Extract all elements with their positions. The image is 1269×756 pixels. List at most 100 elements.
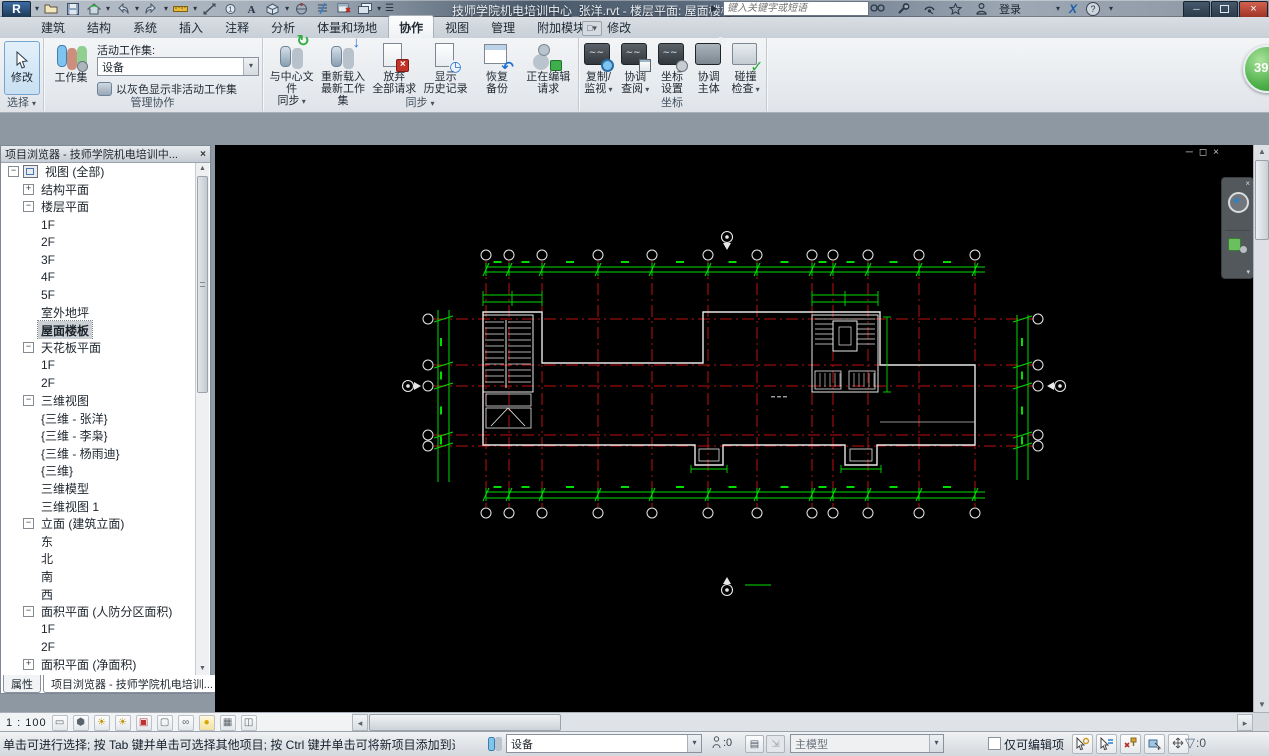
scroll-left-icon[interactable]: ◂ [352,714,368,731]
modify-button[interactable]: 修改 [4,41,40,95]
tree-item[interactable]: 西 [2,585,196,603]
ribbon-button[interactable]: ∼∼ 碰撞检查 ▾ [727,40,764,96]
shadows-icon[interactable]: ☀ [114,714,131,731]
communication-center-icon[interactable] [921,2,938,16]
project-browser-scrollbar[interactable]: ▲ ▼ [195,163,209,675]
tree-item[interactable]: 4F [2,268,196,287]
tree-item[interactable]: 1F [2,356,196,375]
view-scale[interactable]: 1 : 100 [6,717,47,729]
selection-filter[interactable]: ▽:0 [1185,735,1206,751]
switch-windows-icon[interactable] [356,2,373,16]
active-workset-select[interactable]: 设备 ▾ [97,57,259,76]
temporary-view-properties-icon[interactable]: ◫ [240,714,257,731]
tree-item[interactable]: {三维 - 李枭} [2,426,196,445]
tree-expander-icon[interactable]: + [23,658,34,670]
close-hidden-windows-icon[interactable] [335,2,352,16]
reveal-hidden-elements-icon[interactable]: ● [198,714,215,731]
scrollbar-thumb[interactable] [1255,160,1269,240]
tree-expander-icon[interactable]: + [23,183,34,195]
pan-tool-icon[interactable] [1240,246,1247,253]
subscription-wrench-icon[interactable] [895,2,912,16]
design-option-select[interactable]: 主模型 ▾ [790,734,944,753]
tree-item[interactable]: 东 [2,532,196,551]
ribbon-tab[interactable]: 体量和场地 [306,15,388,38]
tree-item[interactable]: 南 [2,567,196,586]
select-elements-by-face-icon[interactable] [1144,734,1165,754]
help-icon[interactable]: ? [1086,1,1101,16]
tree-expander-icon[interactable]: − [8,166,19,178]
show-crop-region-icon[interactable]: ▢ [156,714,173,731]
tree-item[interactable]: − 三维视图 [2,391,196,410]
panel-label-synchronize[interactable]: 同步 ▾ [262,94,578,110]
tree-item[interactable]: − 视图 (全部) [2,163,196,181]
ribbon-tab[interactable]: 结构 [76,15,122,38]
tree-item[interactable]: + 结构平面 [2,180,196,199]
app-menu-arrow-icon[interactable]: ▾ [35,4,39,13]
palette-tab[interactable]: 属性 [3,675,41,693]
scrollbar-thumb[interactable] [369,714,561,731]
ribbon-button[interactable]: ∼∼ 协调主体 ▾ [690,36,727,96]
sync-dropdown-icon[interactable]: ▾ [106,4,110,13]
panel-label-coordinate[interactable]: 坐标 [578,94,766,110]
panel-label-select[interactable]: 选择 ▾ [0,94,43,110]
tree-expander-icon[interactable]: − [23,342,34,354]
tree-item[interactable]: − 面积平面 (人防分区面积) [2,602,196,621]
undo-dropdown-icon[interactable]: ▾ [135,4,139,13]
tree-item[interactable]: {三维 - 张洋} [2,409,196,427]
tree-item[interactable]: − 立面 (建筑立面) [2,514,196,533]
tree-expander-icon[interactable]: − [23,518,34,530]
ribbon-tab[interactable]: 系统 [122,15,168,38]
view-dropdown-icon[interactable]: ▾ [285,4,289,13]
undo-icon[interactable] [114,2,131,16]
redo-icon[interactable] [143,2,160,16]
redo-dropdown-icon[interactable]: ▾ [164,4,168,13]
tree-expander-icon[interactable]: − [23,395,34,407]
search-input[interactable] [723,1,869,16]
horizontal-scrollbar[interactable]: ◂ ▸ [352,713,1253,732]
tree-item[interactable]: 2F [2,233,196,251]
restore-button[interactable] [1211,1,1238,18]
select-pinned-elements-icon[interactable] [1120,734,1141,754]
editing-requests-count[interactable]: :0 [712,736,732,749]
switch-windows-dropdown-icon[interactable]: ▾ [377,4,381,13]
default-3d-view-icon[interactable] [264,2,281,16]
help-dropdown-icon[interactable]: ▾ [1109,4,1113,13]
panel-label-manage-collaboration[interactable]: 管理协作 [43,94,262,110]
ribbon-tab[interactable]: 建筑 [30,15,76,38]
tree-item[interactable]: + 面积平面 (净面积) [2,655,196,674]
scroll-down-icon[interactable]: ▼ [1254,698,1269,712]
tree-item[interactable]: − 天花板平面 [2,338,196,357]
select-links-icon[interactable] [1072,734,1093,754]
design-options-icon[interactable]: ⇲ [766,735,785,753]
scroll-down-icon[interactable]: ▼ [196,663,209,675]
login-label[interactable]: 登录 [999,1,1021,17]
measure-icon[interactable] [172,2,189,16]
open-icon[interactable] [43,2,60,16]
workset-select[interactable]: 设备 ▾ [506,734,702,753]
tree-item[interactable]: 5F [2,286,196,304]
save-icon[interactable] [64,2,81,16]
tree-item[interactable]: {三维 - 杨雨迪} [2,444,196,463]
infocenter-expand-icon[interactable]: ▶ [711,3,718,14]
ribbon-tab[interactable]: 修改 [596,15,642,38]
ribbon-display-toggle-icon[interactable]: □▾ [582,21,602,36]
thin-lines-icon[interactable] [314,2,331,16]
visual-style-icon[interactable]: ⬢ [72,714,89,731]
select-underlay-elements-icon[interactable] [1096,734,1117,754]
detail-level-icon[interactable]: ▭ [51,714,68,731]
tree-item[interactable]: 三维模型 [2,479,196,498]
measure-dropdown-icon[interactable]: ▾ [193,4,197,13]
worksharing-display-settings-icon[interactable]: ▤ [745,735,764,753]
minimize-button[interactable]: ─ [1183,1,1210,18]
scroll-up-icon[interactable]: ▲ [196,163,209,175]
tree-item[interactable]: − 楼层平面 [2,198,196,216]
project-browser-titlebar[interactable]: 项目浏览器 - 技师学院机电培训中... × [1,146,210,163]
editable-only-checkbox[interactable] [988,737,1001,750]
scroll-up-icon[interactable]: ▲ [1254,145,1269,159]
tree-item[interactable]: 1F [2,215,196,234]
favorites-star-icon[interactable] [947,2,964,16]
section-icon[interactable] [293,2,310,16]
project-browser-close-icon[interactable]: × [200,149,206,160]
palette-tab[interactable]: 项目浏览器 - 技师学院机电培训... [43,675,221,693]
navbar-options-icon[interactable]: ▾ [1246,268,1250,276]
